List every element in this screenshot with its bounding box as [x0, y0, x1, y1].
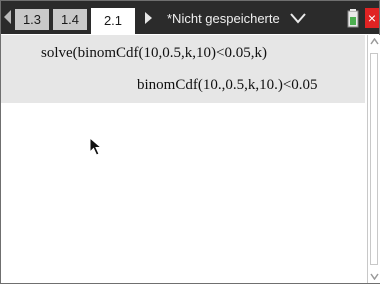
close-icon[interactable]: × [365, 8, 379, 28]
history-entry[interactable]: solve(binomCdf(10,0.5,k,10)<0.05,k) bino… [1, 35, 365, 103]
battery-icon [347, 9, 359, 28]
tab-bar: 1.3 1.4 2.1 *Nicht gespeicherte × [1, 1, 379, 34]
tab-1-4[interactable]: 1.4 [53, 9, 87, 30]
input-expression[interactable]: solve(binomCdf(10,0.5,k,10)<0.05,k) [41, 45, 267, 62]
calculator-history: solve(binomCdf(10,0.5,k,10)<0.05,k) bino… [1, 35, 365, 283]
scrollbar[interactable] [367, 35, 380, 283]
document-title: *Nicht gespeicherte [167, 11, 280, 26]
scroll-down-icon[interactable] [370, 273, 379, 280]
scroll-up-icon[interactable] [370, 38, 379, 45]
triangle-left-icon[interactable] [4, 10, 11, 24]
mouse-pointer-icon [89, 137, 103, 156]
tab-1-3[interactable]: 1.3 [15, 9, 49, 30]
tab-2-1[interactable]: 2.1 [91, 8, 135, 34]
calculator-window: 1.3 1.4 2.1 *Nicht gespeicherte × solve(… [0, 0, 380, 284]
chevron-down-icon[interactable] [290, 12, 306, 24]
triangle-right-icon[interactable] [145, 12, 152, 24]
output-expression: binomCdf(10.,0.5,k,10.)<0.05 [137, 77, 318, 93]
scroll-track[interactable] [370, 53, 378, 265]
